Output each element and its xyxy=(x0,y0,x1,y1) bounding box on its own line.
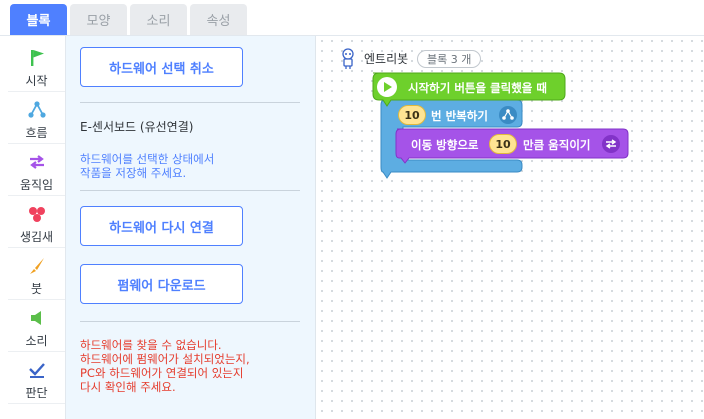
category-start[interactable]: 시작 xyxy=(8,40,65,92)
error-message-line: 하드웨어에 펌웨어가 설치되었는지, xyxy=(80,352,250,366)
speaker-icon xyxy=(26,307,48,329)
play-icon xyxy=(376,76,398,102)
shapes-icon xyxy=(26,203,48,225)
divider xyxy=(80,321,300,322)
device-name: E-센서보드 (유선연결) xyxy=(80,120,194,134)
flag-icon xyxy=(26,47,48,69)
category-brush[interactable]: 붓 xyxy=(8,248,65,300)
arrows-icon xyxy=(601,134,621,158)
category-label: 소리 xyxy=(25,334,48,348)
move-block-prefix: 이동 방향으로 xyxy=(411,138,479,152)
error-message-line: 다시 확인해 주세요. xyxy=(80,380,176,394)
arrows-icon xyxy=(26,151,48,173)
reconnect-hardware-button[interactable]: 하드웨어 다시 연결 xyxy=(80,206,243,246)
divider xyxy=(80,102,300,103)
divider xyxy=(80,190,300,191)
brush-icon xyxy=(26,255,48,277)
start-block-label: 시작하기 버튼을 클릭했을 때 xyxy=(408,81,547,95)
tab-blocks[interactable]: 블록 xyxy=(10,4,67,35)
category-label: 움직임 xyxy=(19,178,54,192)
category-sidebar: 시작 흐름 움직임 생김새 붓 소리 판단 xyxy=(0,36,66,419)
category-sound[interactable]: 소리 xyxy=(8,300,65,352)
block-canvas[interactable]: 엔트리봇 블록 3 개 시작하기 버튼을 클릭했을 때 10 번 반복하기 이동… xyxy=(317,36,704,419)
save-hint-line: 작품을 저장해 주세요. xyxy=(80,166,187,180)
category-looks[interactable]: 생김새 xyxy=(8,196,65,248)
flow-icon xyxy=(26,99,48,121)
category-label: 생김새 xyxy=(19,230,54,244)
error-message-line: 하드웨어를 찾을 수 없습니다. xyxy=(80,338,222,352)
move-block-suffix: 만큼 움직이기 xyxy=(523,138,591,152)
category-motion[interactable]: 움직임 xyxy=(8,144,65,196)
repeat-count-input[interactable]: 10 xyxy=(398,105,426,125)
tab-sounds[interactable]: 소리 xyxy=(130,4,187,35)
error-message-line: PC와 하드웨어가 연결되어 있는지 xyxy=(80,366,244,380)
category-label: 붓 xyxy=(30,282,43,296)
flow-icon xyxy=(498,105,518,129)
category-flow[interactable]: 흐름 xyxy=(8,92,65,144)
category-label: 흐름 xyxy=(25,126,48,140)
tab-properties[interactable]: 속성 xyxy=(190,4,247,35)
category-label: 시작 xyxy=(25,74,48,88)
hardware-panel: 하드웨어 선택 취소 E-센서보드 (유선연결) 하드웨어를 선택한 상태에서 … xyxy=(66,36,316,419)
check-icon xyxy=(26,359,48,381)
firmware-download-button[interactable]: 펌웨어 다운로드 xyxy=(80,264,243,304)
repeat-block-label: 번 반복하기 xyxy=(431,109,488,123)
save-hint-line: 하드웨어를 선택한 상태에서 xyxy=(80,152,215,166)
category-label: 판단 xyxy=(25,386,48,400)
tab-shapes[interactable]: 모양 xyxy=(70,4,127,35)
tab-bar: 블록 모양 소리 속성 xyxy=(0,0,704,36)
move-distance-input[interactable]: 10 xyxy=(489,134,517,154)
cancel-hardware-button[interactable]: 하드웨어 선택 취소 xyxy=(80,47,243,87)
category-judgement[interactable]: 판단 xyxy=(8,352,65,404)
